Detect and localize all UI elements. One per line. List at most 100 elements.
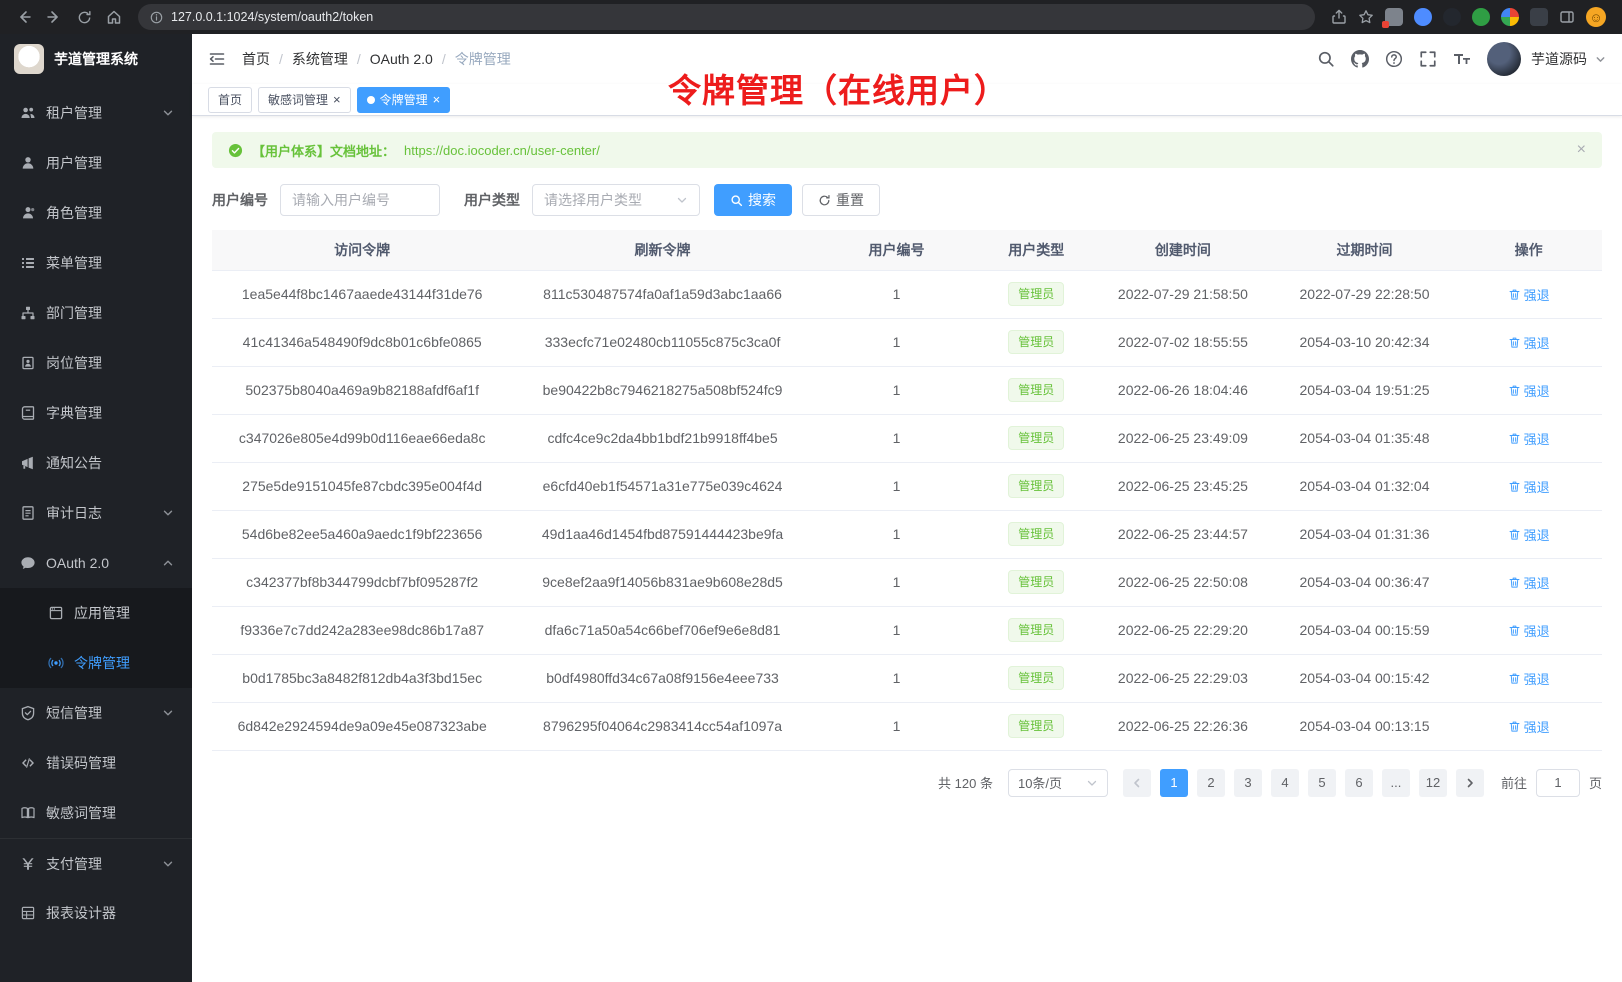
browser-forward-icon[interactable] — [40, 3, 68, 31]
font-size-icon[interactable] — [1453, 50, 1471, 68]
user-id-cell: 1 — [813, 558, 981, 606]
close-tab-icon[interactable]: × — [433, 93, 441, 106]
search-button[interactable]: 搜索 — [714, 184, 792, 216]
table-row: 6d842e2924594de9a09e45e087323abe8796295f… — [212, 702, 1602, 750]
pagination-page-5[interactable]: 5 — [1308, 769, 1336, 797]
force-logout-button[interactable]: 强退 — [1508, 477, 1550, 496]
force-logout-button[interactable]: 强退 — [1508, 621, 1550, 640]
access-token-cell: 275e5de9151045fe87cbdc395e004f4d — [212, 462, 512, 510]
reset-button-label: 重置 — [836, 190, 864, 210]
sidebar-item-11[interactable]: 令牌管理 — [0, 638, 192, 688]
alert-close-icon[interactable]: × — [1577, 141, 1586, 159]
user-id-cell: 1 — [813, 318, 981, 366]
tab-1[interactable]: 敏感词管理× — [258, 87, 351, 113]
sidebar-item-8[interactable]: 审计日志 — [0, 488, 192, 538]
extension-icon-3[interactable] — [1443, 8, 1461, 26]
force-logout-button[interactable]: 强退 — [1508, 525, 1550, 544]
created-time-cell: 2022-07-29 21:58:50 — [1092, 270, 1274, 318]
browser-back-icon[interactable] — [10, 3, 38, 31]
sidebar-item-12[interactable]: 短信管理 — [0, 688, 192, 738]
side-panel-icon[interactable] — [1559, 9, 1575, 25]
pagination-page-6[interactable]: 6 — [1345, 769, 1373, 797]
force-logout-button[interactable]: 强退 — [1508, 381, 1550, 400]
user-icon — [20, 155, 36, 171]
sidebar-item-15[interactable]: 支付管理 — [0, 838, 192, 888]
browser-home-icon[interactable] — [100, 3, 128, 31]
chevron-down-icon[interactable] — [1595, 54, 1606, 65]
dict-icon — [20, 405, 36, 421]
pagination-more-button[interactable]: ... — [1382, 769, 1410, 797]
breadcrumb-item-0[interactable]: 首页 — [242, 49, 270, 69]
breadcrumb-item-2[interactable]: OAuth 2.0 — [370, 51, 433, 67]
site-info-icon[interactable] — [150, 11, 163, 24]
username[interactable]: 芋道源码 — [1531, 49, 1587, 69]
pagination-page-4[interactable]: 4 — [1271, 769, 1299, 797]
extension-icon-6[interactable] — [1530, 8, 1548, 26]
sidebar-item-3[interactable]: 菜单管理 — [0, 238, 192, 288]
share-icon[interactable] — [1331, 9, 1347, 25]
force-logout-button[interactable]: 强退 — [1508, 717, 1550, 736]
pagination-next-button[interactable] — [1456, 769, 1484, 797]
force-logout-button[interactable]: 强退 — [1508, 669, 1550, 688]
oauth-icon — [20, 555, 36, 571]
github-icon[interactable] — [1351, 50, 1369, 68]
created-time-cell: 2022-06-26 18:04:46 — [1092, 366, 1274, 414]
help-icon[interactable] — [1385, 50, 1403, 68]
chevron-down-icon — [162, 707, 174, 719]
fullscreen-icon[interactable] — [1419, 50, 1437, 68]
reset-button[interactable]: 重置 — [802, 184, 880, 216]
sidebar-item-16[interactable]: 报表设计器 — [0, 888, 192, 938]
browser-reload-icon[interactable] — [70, 3, 98, 31]
sidebar-item-6[interactable]: 字典管理 — [0, 388, 192, 438]
sidebar-item-13[interactable]: 错误码管理 — [0, 738, 192, 788]
breadcrumb-item-1[interactable]: 系统管理 — [292, 49, 348, 69]
force-logout-button[interactable]: 强退 — [1508, 429, 1550, 448]
user-type-select[interactable]: 请选择用户类型 — [532, 184, 700, 216]
search-icon[interactable] — [1317, 50, 1335, 68]
sidebar-item-4[interactable]: 部门管理 — [0, 288, 192, 338]
close-tab-icon[interactable]: × — [333, 93, 341, 106]
force-logout-button[interactable]: 强退 — [1508, 285, 1550, 304]
sidebar-item-7[interactable]: 通知公告 — [0, 438, 192, 488]
address-bar[interactable]: 127.0.0.1:1024/system/oauth2/token — [138, 4, 1315, 30]
role-icon — [20, 205, 36, 221]
pagination-page-12[interactable]: 12 — [1419, 769, 1447, 797]
sidebar-item-label: 租户管理 — [46, 103, 162, 123]
pagination-page-1[interactable]: 1 — [1160, 769, 1188, 797]
doc-link[interactable]: https://doc.iocoder.cn/user-center/ — [404, 143, 600, 158]
pagination-page-2[interactable]: 2 — [1197, 769, 1225, 797]
extension-icon-4[interactable] — [1472, 8, 1490, 26]
user-id-input[interactable] — [280, 184, 440, 216]
extension-icon-1[interactable] — [1385, 8, 1403, 26]
user-type-badge: 管理员 — [1008, 330, 1064, 354]
menu-icon — [20, 255, 36, 271]
sidebar-item-10[interactable]: 应用管理 — [0, 588, 192, 638]
force-logout-button[interactable]: 强退 — [1508, 333, 1550, 352]
force-logout-button[interactable]: 强退 — [1508, 573, 1550, 592]
tab-label: 令牌管理 — [380, 91, 428, 108]
browser-profile-avatar[interactable]: ☺ — [1586, 7, 1606, 27]
tab-2[interactable]: 令牌管理 × — [357, 87, 451, 113]
tab-0[interactable]: 首页 — [208, 87, 252, 113]
pagination-pages: 123456...12 — [1160, 769, 1447, 797]
sidebar-item-2[interactable]: 角色管理 — [0, 188, 192, 238]
sidebar-item-14[interactable]: 敏感词管理 — [0, 788, 192, 838]
search-button-label: 搜索 — [748, 190, 776, 210]
extension-icon-5[interactable] — [1501, 8, 1519, 26]
user-avatar[interactable] — [1487, 42, 1521, 76]
bookmark-star-icon[interactable] — [1358, 9, 1374, 25]
pagination: 共 120 条 10条/页 123456...12 前往 页 — [212, 769, 1602, 797]
sidebar-item-5[interactable]: 岗位管理 — [0, 338, 192, 388]
sidebar-item-1[interactable]: 用户管理 — [0, 138, 192, 188]
page-size-select[interactable]: 10条/页 — [1008, 769, 1108, 797]
app-logo[interactable]: 芋道管理系统 — [0, 34, 192, 84]
sidebar-item-0[interactable]: 租户管理 — [0, 88, 192, 138]
sidebar-item-9[interactable]: OAuth 2.0 — [0, 538, 192, 588]
pagination-prev-button[interactable] — [1123, 769, 1151, 797]
extension-icon-2[interactable] — [1414, 8, 1432, 26]
goto-page-input[interactable] — [1536, 769, 1580, 797]
pagination-page-3[interactable]: 3 — [1234, 769, 1262, 797]
refresh-token-cell: 811c530487574fa0af1a59d3abc1aa66 — [512, 270, 812, 318]
log-icon — [20, 505, 36, 521]
collapse-sidebar-icon[interactable] — [208, 50, 226, 68]
